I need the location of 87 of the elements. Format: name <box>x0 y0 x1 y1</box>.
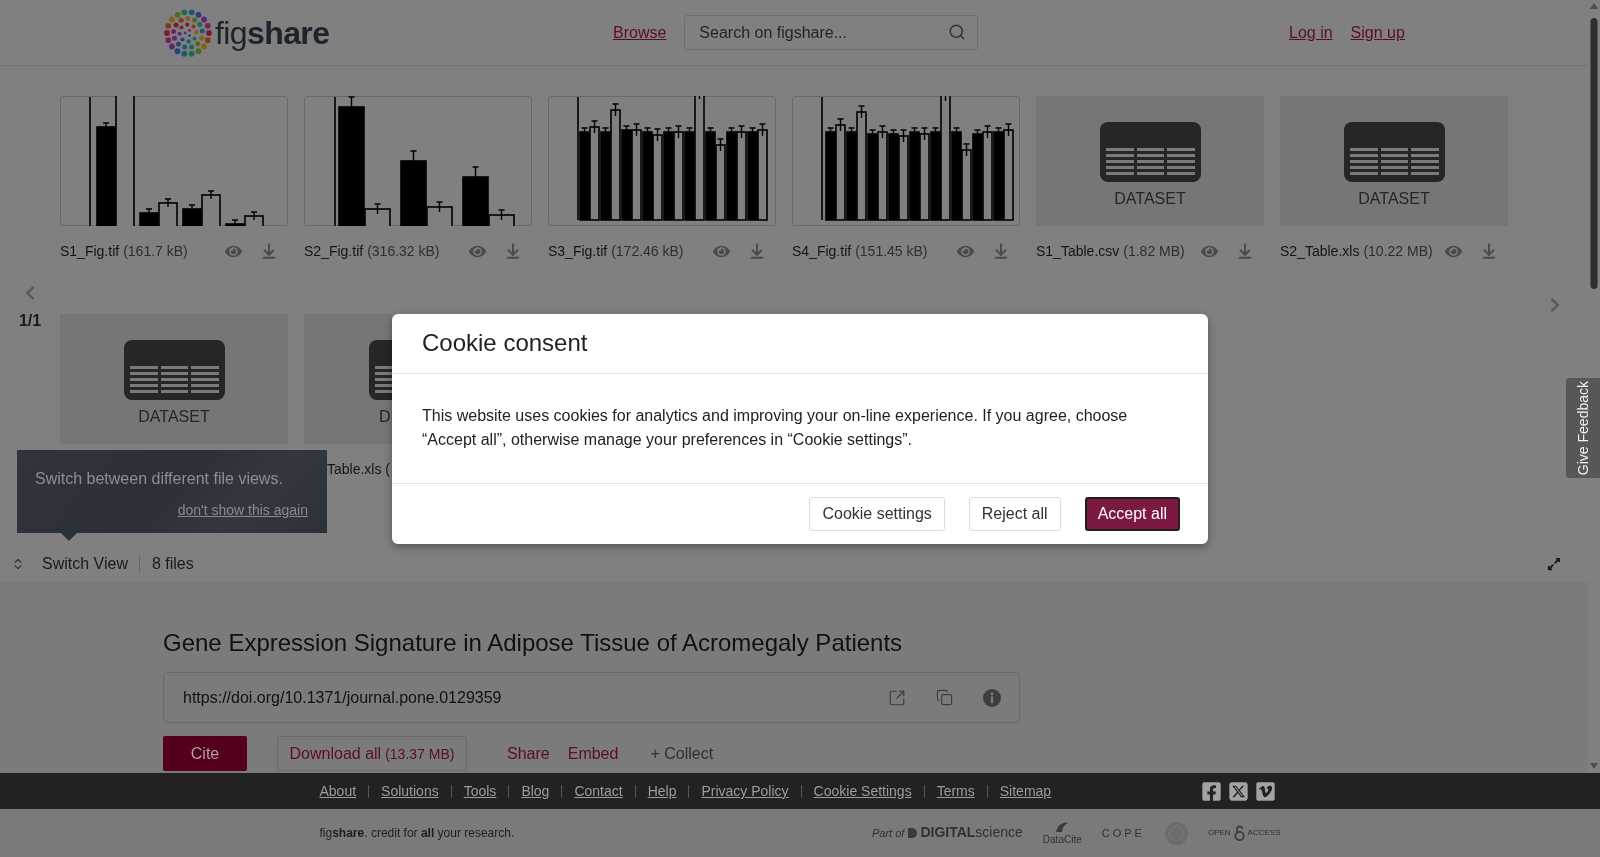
partner-name: ACCESS <box>1247 828 1281 838</box>
action-link[interactable]: Share <box>498 736 559 771</box>
file-name: S3_Fig.tif <box>548 243 608 259</box>
open-lock-icon <box>1233 825 1245 841</box>
dataset-tile[interactable]: DATASET <box>1036 96 1264 226</box>
download-icon[interactable] <box>260 242 278 260</box>
figure-thumbnail[interactable] <box>792 96 1020 226</box>
file-name: S1_Table.csv <box>1036 243 1120 259</box>
partner-name: DIGITALscience <box>920 825 1023 841</box>
file-name: Table.xls ( <box>327 461 391 477</box>
footer-link[interactable]: About <box>319 783 357 799</box>
dialog-button[interactable]: Accept all <box>1084 496 1180 531</box>
file-size: (10.22 MB) <box>1363 243 1433 259</box>
file-type-label: D <box>379 408 391 426</box>
action-link[interactable]: Embed <box>558 736 628 771</box>
table-icon <box>1343 122 1445 182</box>
item-title: Gene Expression Signature in Adipose Tissue of Acromegaly Patients <box>163 628 903 657</box>
footer-link[interactable]: Terms <box>936 783 975 799</box>
vimeo-icon[interactable] <box>1254 780 1276 802</box>
doi-link[interactable]: https://doi.org/10.1371/journal.pone.0129359 <box>183 688 502 707</box>
search-field[interactable]: Search on figshare... <box>684 15 979 50</box>
download-icon[interactable] <box>992 242 1010 260</box>
facebook-icon[interactable] <box>1200 780 1222 802</box>
footer-link[interactable]: Contact <box>574 783 623 799</box>
table-icon <box>123 340 225 400</box>
dismiss-link[interactable]: don't show this again <box>177 502 308 518</box>
dataset-tile[interactable]: DATASET <box>60 314 288 444</box>
tooltip-text: Switch between different file views. <box>35 470 283 488</box>
dataset-tile[interactable]: D <box>304 314 392 444</box>
figure-thumbnail[interactable] <box>60 96 288 226</box>
dialog-button[interactable]: Reject all <box>968 496 1061 531</box>
action-button[interactable]: Download all (13.37 MB) <box>277 736 467 771</box>
file-name: S4_Fig.tif <box>792 243 852 259</box>
browse-link[interactable]: Browse <box>613 23 667 42</box>
file-size: (161.7 kB) <box>123 243 188 259</box>
dataset-tile[interactable]: DATASET <box>1280 96 1508 226</box>
external-link-icon[interactable] <box>888 688 906 707</box>
file-size: (172.46 kB) <box>611 243 684 259</box>
action-button[interactable]: Cite <box>163 736 247 771</box>
file-type-label: DATASET <box>1114 190 1186 208</box>
file-size: (151.45 kB) <box>855 243 928 259</box>
table-icon <box>369 340 392 400</box>
switch-view-button[interactable]: Switch View <box>42 554 128 573</box>
footer-tagline: figshare. credit for all your research. <box>319 826 515 840</box>
file-name: S2_Fig.tif <box>304 243 364 259</box>
feedback-tab[interactable]: Give Feedback <box>1566 378 1600 478</box>
table-icon <box>1099 122 1201 182</box>
account-link[interactable]: Log in <box>1289 23 1333 42</box>
footer-link[interactable]: Cookie Settings <box>813 783 912 799</box>
file-count: 8 files <box>151 554 194 573</box>
file-name: S2_Table.xls <box>1280 243 1360 259</box>
footer-link[interactable]: Blog <box>521 783 550 799</box>
logo-mark-icon <box>907 827 918 839</box>
copy-icon[interactable] <box>936 689 953 706</box>
account-link[interactable]: Sign up <box>1350 23 1405 42</box>
file-name: S1_Fig.tif <box>60 243 120 259</box>
file-type-label: DATASET <box>138 408 210 426</box>
file-size: (316.32 kB) <box>367 243 440 259</box>
partner-name: OPEN <box>1207 828 1231 838</box>
page-indicator: 1/1 <box>18 312 42 330</box>
logo-icon <box>163 7 213 58</box>
info-icon[interactable] <box>983 688 1001 707</box>
download-icon[interactable] <box>748 242 766 260</box>
footer-link[interactable]: Privacy Policy <box>701 783 789 799</box>
dialog-title: Cookie consent <box>422 329 588 357</box>
file-type-label: DATASET <box>1358 190 1430 208</box>
partner-name: DataCite <box>1042 834 1082 845</box>
x-logo-icon[interactable] <box>1227 780 1249 802</box>
logo-mark-icon <box>1055 821 1070 833</box>
logo-link[interactable]: figshare <box>163 7 330 58</box>
download-icon[interactable] <box>1236 242 1254 260</box>
footer-link[interactable]: Help <box>647 783 677 799</box>
action-link[interactable]: + Collect <box>641 736 723 771</box>
dialog-message: This website uses cookies for analytics and improving your on-line experience. If you agree, choose “Accept all”, otherwise manage your preferences in “Cookie settings”. <box>422 405 1129 450</box>
partner-text: Part of <box>872 826 905 840</box>
dialog-button[interactable]: Cookie settings <box>809 496 945 531</box>
figure-thumbnail[interactable] <box>304 96 532 226</box>
footer-link[interactable]: Sitemap <box>999 783 1052 799</box>
footer-link[interactable]: Solutions <box>381 783 439 799</box>
partner-name: COPE <box>1101 826 1145 840</box>
download-icon[interactable] <box>504 242 522 260</box>
search-icon[interactable] <box>948 23 967 41</box>
download-icon[interactable] <box>1480 242 1498 260</box>
file-size: (1.82 MB) <box>1123 243 1185 259</box>
footer-link[interactable]: Tools <box>463 783 497 799</box>
figure-thumbnail[interactable] <box>548 96 776 226</box>
expand-icon[interactable] <box>1547 556 1561 571</box>
